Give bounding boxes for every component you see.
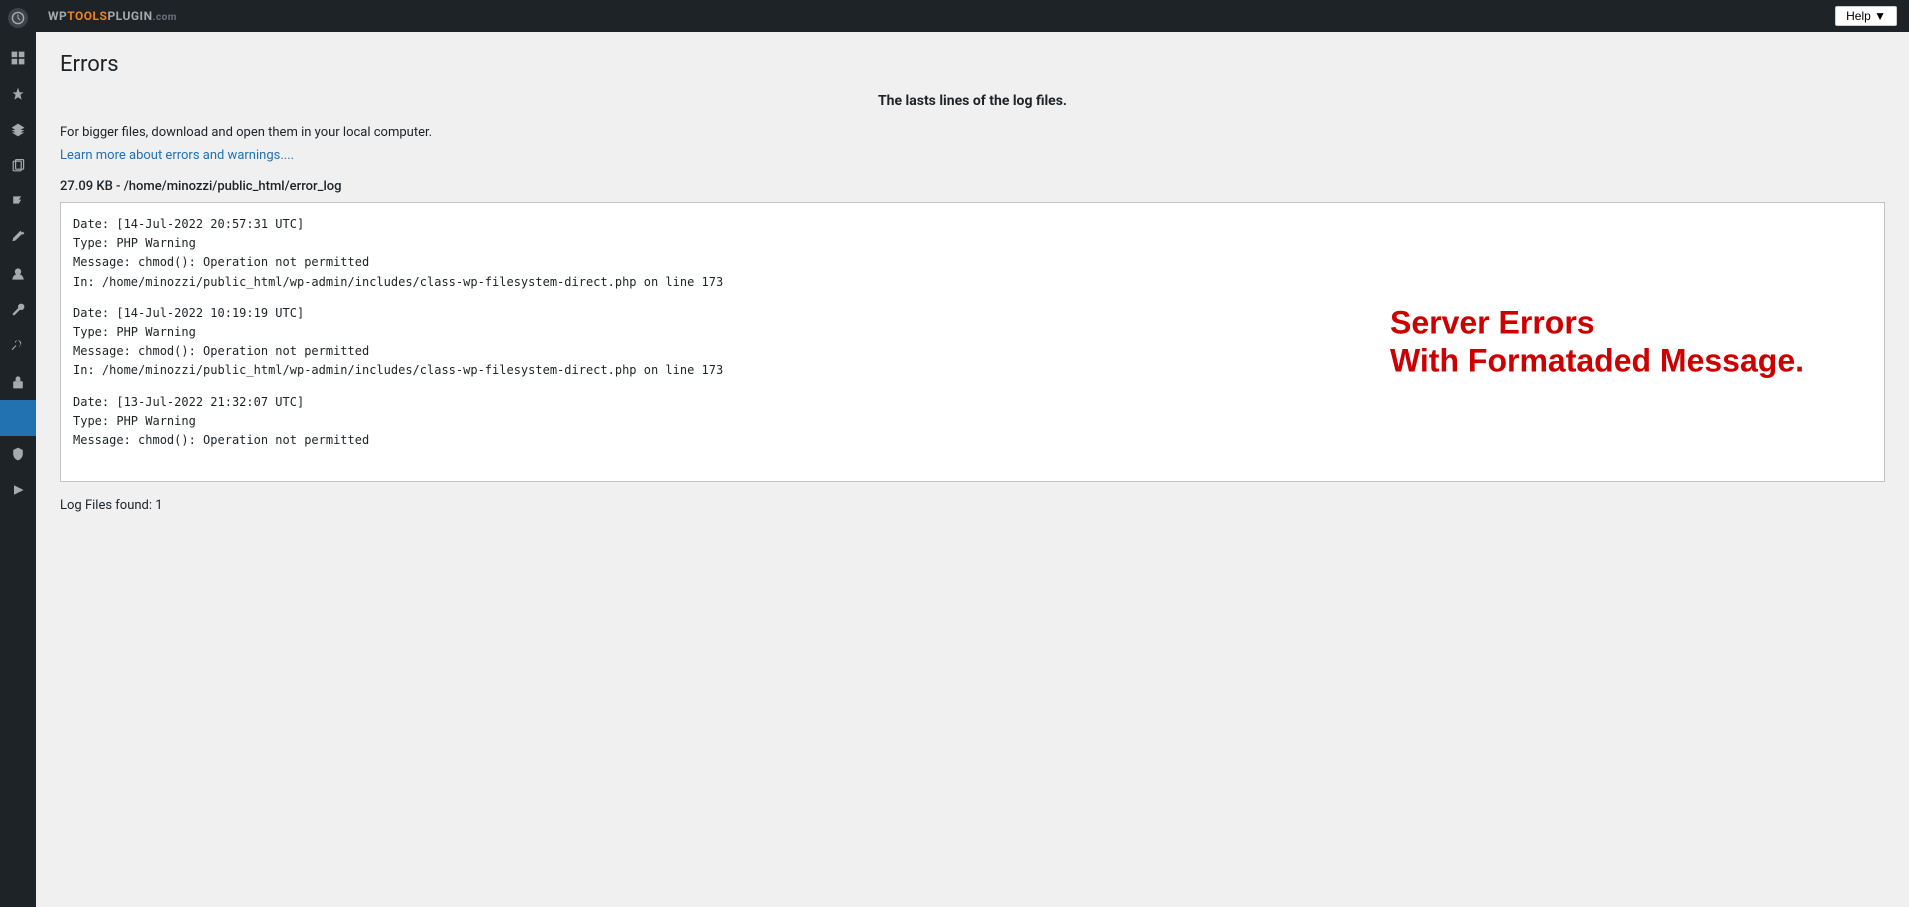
sidebar-logo — [0, 0, 36, 36]
log-location-1: In: /home/minozzi/public_html/wp-admin/i… — [73, 273, 1872, 292]
layers-icon[interactable] — [0, 112, 36, 148]
user-icon[interactable] — [0, 256, 36, 292]
log-date-1: Date: [14-Jul-2022 20:57:31 UTC] — [73, 215, 1872, 234]
lock-icon[interactable] — [0, 364, 36, 400]
edit-icon[interactable] — [0, 220, 36, 256]
subtitle: The lasts lines of the log files. — [60, 93, 1885, 109]
log-date-2: Date: [14-Jul-2022 10:19:19 UTC] — [73, 304, 1872, 323]
flag-icon[interactable] — [0, 184, 36, 220]
logo-circle — [8, 8, 28, 28]
tools-alt-icon[interactable] — [0, 328, 36, 364]
log-message-3: Message: chmod(): Operation not permitte… — [73, 431, 1872, 450]
dashboard-icon[interactable] — [0, 40, 36, 76]
log-type-1: Type: PHP Warning — [73, 234, 1872, 253]
wrench-icon[interactable] — [0, 292, 36, 328]
log-message-1: Message: chmod(): Operation not permitte… — [73, 253, 1872, 272]
log-location-2: In: /home/minozzi/public_html/wp-admin/i… — [73, 361, 1872, 380]
log-entry-3: Date: [13-Jul-2022 21:32:07 UTC] Type: P… — [73, 393, 1872, 451]
topbar: WPTOOLSPLUGIN.com Help ▼ — [36, 0, 1909, 32]
brand-wp: WP — [48, 9, 67, 23]
log-message-2: Message: chmod(): Operation not permitte… — [73, 342, 1872, 361]
log-files-found: Log Files found: 1 — [60, 498, 1885, 513]
log-type-3: Type: PHP Warning — [73, 412, 1872, 431]
description-text: For bigger files, download and open them… — [60, 125, 1885, 140]
brand-tools: TOOLS — [67, 9, 107, 23]
play-icon[interactable] — [0, 472, 36, 508]
copy-icon[interactable] — [0, 148, 36, 184]
log-type-2: Type: PHP Warning — [73, 323, 1872, 342]
log-entry-1: Date: [14-Jul-2022 20:57:31 UTC] Type: P… — [73, 215, 1872, 292]
sidebar — [0, 0, 36, 907]
shield-icon[interactable] — [0, 436, 36, 472]
help-button[interactable]: Help ▼ — [1835, 6, 1897, 26]
learn-more-link[interactable]: Learn more about errors and warnings.... — [60, 148, 294, 163]
brand: WPTOOLSPLUGIN.com — [48, 9, 177, 23]
log-date-3: Date: [13-Jul-2022 21:32:07 UTC] — [73, 393, 1872, 412]
log-entry-2: Date: [14-Jul-2022 10:19:19 UTC] Type: P… — [73, 304, 1872, 381]
brand-com: .com — [153, 12, 177, 23]
description-block: For bigger files, download and open them… — [60, 125, 1885, 163]
current-tool-icon[interactable] — [0, 400, 36, 436]
brand-plugin: PLUGIN — [107, 9, 152, 23]
pin-icon[interactable] — [0, 76, 36, 112]
file-info: 27.09 KB - /home/minozzi/public_html/err… — [60, 179, 1885, 194]
content-area: Errors The lasts lines of the log files.… — [36, 32, 1909, 907]
log-container[interactable]: Date: [14-Jul-2022 20:57:31 UTC] Type: P… — [60, 202, 1885, 482]
main-wrapper: WPTOOLSPLUGIN.com Help ▼ Errors The last… — [36, 0, 1909, 907]
page-title: Errors — [60, 52, 1885, 77]
